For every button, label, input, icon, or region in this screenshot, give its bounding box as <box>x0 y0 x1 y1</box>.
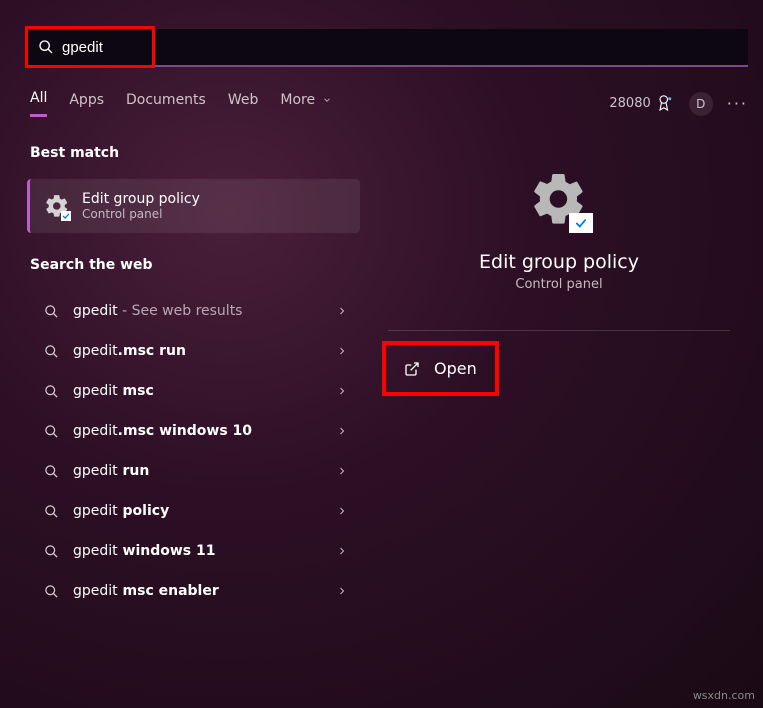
search-input-extension[interactable] <box>155 29 748 67</box>
search-icon <box>44 584 59 599</box>
detail-panel: Edit group policy Control panel Open <box>370 145 748 396</box>
web-section-label: Search the web <box>30 257 360 273</box>
chevron-right-icon <box>336 305 348 317</box>
chevron-down-icon <box>322 95 332 105</box>
check-badge-icon <box>569 213 593 233</box>
gear-icon <box>44 193 70 219</box>
tab-apps[interactable]: Apps <box>69 92 104 116</box>
web-result-text: gpedit windows 11 <box>73 543 216 559</box>
tab-more[interactable]: More <box>280 92 331 116</box>
search-icon <box>44 504 59 519</box>
divider <box>388 330 730 331</box>
best-match-label: Best match <box>30 145 360 161</box>
open-button[interactable]: Open <box>434 359 477 378</box>
chevron-right-icon <box>336 465 348 477</box>
search-icon <box>44 344 59 359</box>
search-icon <box>44 424 59 439</box>
chevron-right-icon <box>336 425 348 437</box>
avatar[interactable]: D <box>689 92 713 116</box>
web-result-item[interactable]: gpedit msc <box>30 371 360 411</box>
search-icon <box>44 304 59 319</box>
web-results-list: gpedit - See web results gpedit.msc run … <box>30 291 360 611</box>
web-result-text: gpedit - See web results <box>73 303 242 319</box>
best-match-title: Edit group policy <box>82 191 200 207</box>
chevron-right-icon <box>336 545 348 557</box>
web-result-text: gpedit msc enabler <box>73 583 219 599</box>
tab-web[interactable]: Web <box>228 92 259 116</box>
web-result-item[interactable]: gpedit windows 11 <box>30 531 360 571</box>
search-icon <box>44 464 59 479</box>
best-match-subtitle: Control panel <box>82 207 200 221</box>
gear-icon <box>529 169 589 229</box>
chevron-right-icon <box>336 585 348 597</box>
web-result-item[interactable]: gpedit msc enabler <box>30 571 360 611</box>
check-badge-icon <box>60 211 72 221</box>
chevron-right-icon <box>336 505 348 517</box>
tab-all[interactable]: All <box>30 90 47 117</box>
web-result-item[interactable]: gpedit policy <box>30 491 360 531</box>
avatar-initial: D <box>696 97 705 111</box>
search-icon <box>44 544 59 559</box>
chevron-right-icon <box>336 345 348 357</box>
open-button-highlight: Open <box>382 341 499 396</box>
best-match-result[interactable]: Edit group policy Control panel <box>27 179 360 233</box>
search-bar <box>25 28 748 66</box>
web-result-text: gpedit run <box>73 463 149 479</box>
search-icon <box>38 39 54 55</box>
overflow-menu-icon[interactable]: ··· <box>727 94 748 113</box>
web-result-item[interactable]: gpedit - See web results <box>30 291 360 331</box>
web-result-text: gpedit.msc windows 10 <box>73 423 252 439</box>
detail-subtitle: Control panel <box>370 277 748 292</box>
rewards-points: 28080 <box>609 96 650 111</box>
watermark: wsxdn.com <box>693 689 755 702</box>
web-result-text: gpedit.msc run <box>73 343 186 359</box>
web-result-text: gpedit policy <box>73 503 169 519</box>
open-icon <box>404 361 420 377</box>
chevron-right-icon <box>336 385 348 397</box>
web-result-item[interactable]: gpedit run <box>30 451 360 491</box>
search-input[interactable] <box>62 39 132 56</box>
tab-documents[interactable]: Documents <box>126 92 206 116</box>
search-box-highlight <box>25 26 155 68</box>
rewards-icon <box>657 95 675 113</box>
web-result-item[interactable]: gpedit.msc windows 10 <box>30 411 360 451</box>
web-result-text: gpedit msc <box>73 383 154 399</box>
detail-title: Edit group policy <box>370 251 748 273</box>
rewards-badge[interactable]: 28080 <box>609 95 674 113</box>
web-result-item[interactable]: gpedit.msc run <box>30 331 360 371</box>
filter-tabs: All Apps Documents Web More 28080 D ··· <box>30 90 748 117</box>
search-icon <box>44 384 59 399</box>
tab-more-label: More <box>280 92 315 108</box>
